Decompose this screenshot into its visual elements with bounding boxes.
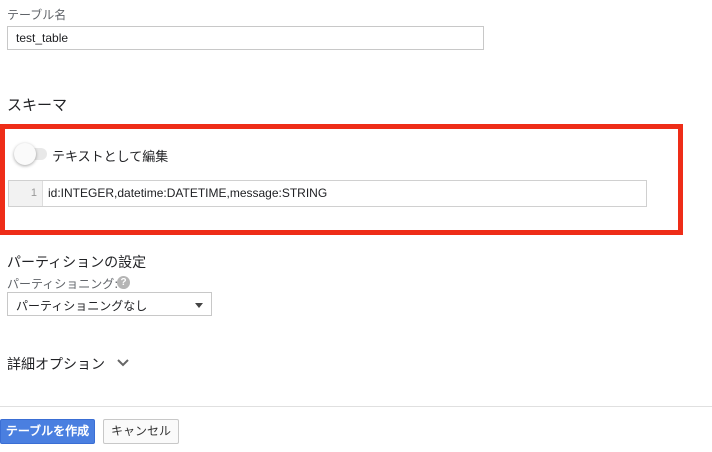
footer-divider [0, 406, 712, 407]
edit-as-text-toggle[interactable] [13, 143, 49, 165]
partition-settings-title: パーティションの設定 [7, 255, 147, 271]
line-number-gutter: 1 [9, 181, 43, 206]
schema-title: スキーマ [7, 96, 68, 114]
edit-as-text-label: テキストとして編集 [52, 150, 169, 165]
partitioning-select-value: パーティショニングなし [16, 299, 148, 313]
partitioning-select[interactable]: パーティショニングなし [7, 292, 212, 316]
table-name-label: テーブル名 [7, 8, 67, 22]
advanced-options-label: 詳細オプション [7, 357, 105, 373]
schema-text-line[interactable]: id:INTEGER,datetime:DATETIME,message:STR… [48, 181, 327, 206]
help-icon[interactable]: ? [117, 276, 130, 289]
schema-text-editor[interactable]: 1 id:INTEGER,datetime:DATETIME,message:S… [8, 180, 647, 207]
advanced-options-toggle[interactable]: 詳細オプション [7, 354, 129, 374]
chevron-down-icon [117, 359, 129, 367]
table-name-input[interactable]: test_table [7, 26, 484, 50]
create-table-button[interactable]: テーブルを作成 [0, 419, 95, 444]
partitioning-label: パーティショニング: [7, 277, 119, 291]
cancel-button[interactable]: キャンセル [103, 419, 179, 444]
toggle-knob [14, 143, 36, 165]
dropdown-arrow-icon [195, 303, 203, 308]
